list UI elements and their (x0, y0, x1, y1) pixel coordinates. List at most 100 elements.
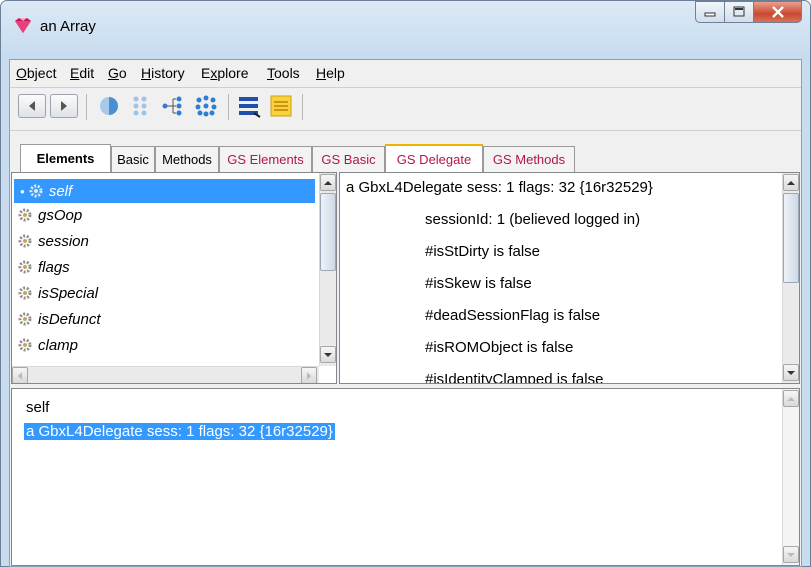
note-icon (270, 95, 292, 117)
back-arrow-icon (29, 101, 35, 111)
tab-gs-delegate[interactable]: GS Delegate (385, 144, 483, 172)
gear-icon (18, 234, 32, 248)
cluster-icon (195, 95, 217, 117)
list-item-label: flags (38, 258, 70, 276)
scroll-thumb[interactable] (320, 193, 336, 271)
client-area: Object Edit Go History Explore Tools Hel… (9, 59, 802, 567)
scroll-down-button[interactable] (783, 364, 799, 381)
scroll-right-button[interactable] (301, 367, 317, 383)
horizontal-scrollbar[interactable] (12, 366, 319, 383)
toolbar-separator (86, 94, 87, 120)
gear-icon (18, 260, 32, 274)
down-arrow-icon (787, 552, 795, 557)
back-button[interactable] (18, 94, 46, 118)
vertical-scrollbar[interactable] (782, 389, 799, 565)
scroll-thumb[interactable] (783, 193, 799, 283)
menu-go[interactable]: Go (108, 65, 127, 81)
right-arrow-icon (307, 371, 311, 380)
scroll-up-button[interactable] (783, 174, 799, 191)
minimize-icon (704, 12, 716, 17)
toolbar-separator (228, 94, 229, 120)
explore-tree-button[interactable] (128, 94, 154, 118)
forward-arrow-icon (61, 101, 67, 111)
detail-pane[interactable]: a GbxL4Delegate sess: 1 flags: 32 {16r32… (339, 172, 800, 384)
list-item[interactable]: session (14, 229, 89, 253)
down-arrow-icon (787, 370, 795, 375)
minimize-button[interactable] (695, 1, 725, 23)
tab-methods[interactable]: Methods (155, 146, 219, 172)
explore-cluster-button[interactable] (193, 94, 219, 118)
gem-icon (15, 18, 31, 33)
result-text[interactable]: a GbxL4Delegate sess: 1 flags: 32 {16r32… (24, 423, 335, 440)
maximize-button[interactable] (725, 1, 754, 23)
close-button[interactable] (754, 1, 802, 23)
list-item-label: self (48, 182, 73, 200)
gear-icon (18, 338, 32, 352)
menu-bar: Object Edit Go History Explore Tools Hel… (10, 60, 801, 86)
list-item[interactable]: isSpecial (14, 281, 98, 305)
menu-history[interactable]: History (141, 65, 185, 81)
list-item-label: clamp (38, 336, 79, 354)
tab-basic[interactable]: Basic (111, 146, 155, 172)
tab-elements[interactable]: Elements (20, 144, 111, 172)
list-view-button[interactable] (236, 94, 262, 118)
list-item-label: isSpecial (38, 284, 99, 302)
menu-object[interactable]: Object (16, 65, 56, 81)
scroll-left-button[interactable] (12, 367, 28, 383)
scroll-down-button[interactable] (783, 546, 799, 563)
detail-line: #isROMObject is false (425, 339, 574, 356)
tab-gs-basic[interactable]: GS Basic (312, 146, 385, 172)
close-icon (771, 6, 784, 18)
left-arrow-icon (18, 371, 22, 380)
window-title: an Array (40, 18, 96, 35)
toolbar-separator (302, 94, 303, 120)
maximize-icon (733, 6, 745, 17)
menu-help[interactable]: Help (316, 65, 345, 81)
detail-line: #isSkew is false (425, 275, 532, 292)
up-arrow-icon (787, 180, 795, 185)
title-bar[interactable]: an Array (1, 1, 810, 59)
tree-icon (133, 96, 147, 116)
tab-gs-elements[interactable]: GS Elements (219, 146, 312, 172)
list-item-label: session (38, 232, 89, 250)
gear-icon (18, 208, 32, 222)
detail-line: #deadSessionFlag is false (425, 307, 601, 324)
gear-icon (18, 286, 32, 300)
explore-graph-button[interactable] (160, 94, 186, 118)
up-arrow-icon (324, 180, 332, 185)
scroll-down-button[interactable] (320, 346, 336, 363)
inspector-window: an Array Object Edit Go History Explore … (0, 0, 811, 567)
detail-line: a GbxL4Delegate sess: 1 flags: 32 {16r32… (346, 179, 653, 196)
tab-strip: Elements Basic Methods GS Elements GS Ba… (10, 140, 801, 172)
list-item[interactable]: gsOop (14, 203, 82, 227)
inspect-button[interactable] (96, 94, 122, 118)
tab-gs-methods[interactable]: GS Methods (483, 146, 575, 172)
list-item[interactable]: ● self (14, 179, 315, 203)
detail-line: #isStDirty is false (425, 243, 541, 260)
list-item[interactable]: flags (14, 255, 70, 279)
scroll-up-button[interactable] (783, 390, 799, 407)
list-item[interactable]: clamp (14, 333, 78, 357)
notes-button[interactable] (268, 94, 294, 118)
scroll-up-button[interactable] (320, 174, 336, 191)
variable-list[interactable]: ● self gsOop session flags isSpecial isD… (11, 172, 337, 384)
graph-icon (162, 96, 182, 116)
list-item-label: gsOop (38, 206, 83, 224)
detail-line: sessionId: 1 (believed logged in) (425, 211, 641, 228)
menu-explore[interactable]: Explore (201, 65, 248, 81)
gear-icon (18, 312, 32, 326)
list-icon (239, 97, 261, 118)
vertical-scrollbar[interactable] (319, 173, 336, 366)
list-item[interactable]: isDefunct (14, 307, 101, 331)
down-arrow-icon (324, 352, 332, 357)
vertical-scrollbar[interactable] (782, 173, 799, 383)
toolbar-separator-line (10, 130, 801, 131)
list-item-label: isDefunct (38, 310, 101, 328)
evaluation-pane[interactable]: self a GbxL4Delegate sess: 1 flags: 32 {… (11, 388, 800, 566)
toolbar (10, 88, 801, 124)
menu-edit[interactable]: Edit (70, 65, 94, 81)
detail-line: #isIdentityClamped is false (425, 371, 604, 384)
source-text: self (26, 399, 50, 416)
menu-tools[interactable]: Tools (267, 65, 300, 81)
forward-button[interactable] (50, 94, 78, 118)
